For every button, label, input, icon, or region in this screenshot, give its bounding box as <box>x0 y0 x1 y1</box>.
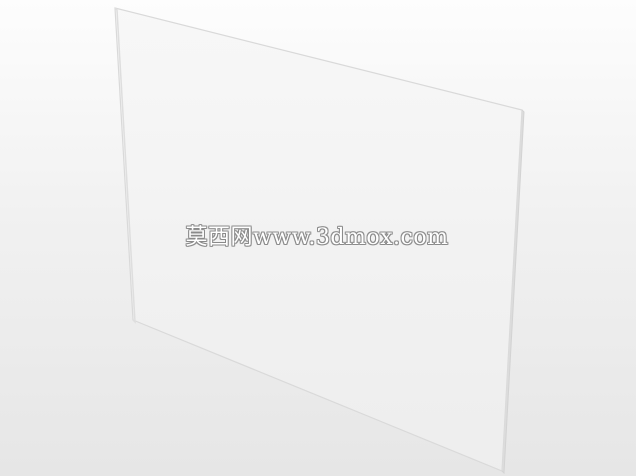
watermark: 莫西网www.3dmox.com <box>0 219 636 251</box>
watermark-text: 莫西网www.3dmox.com <box>185 225 449 250</box>
